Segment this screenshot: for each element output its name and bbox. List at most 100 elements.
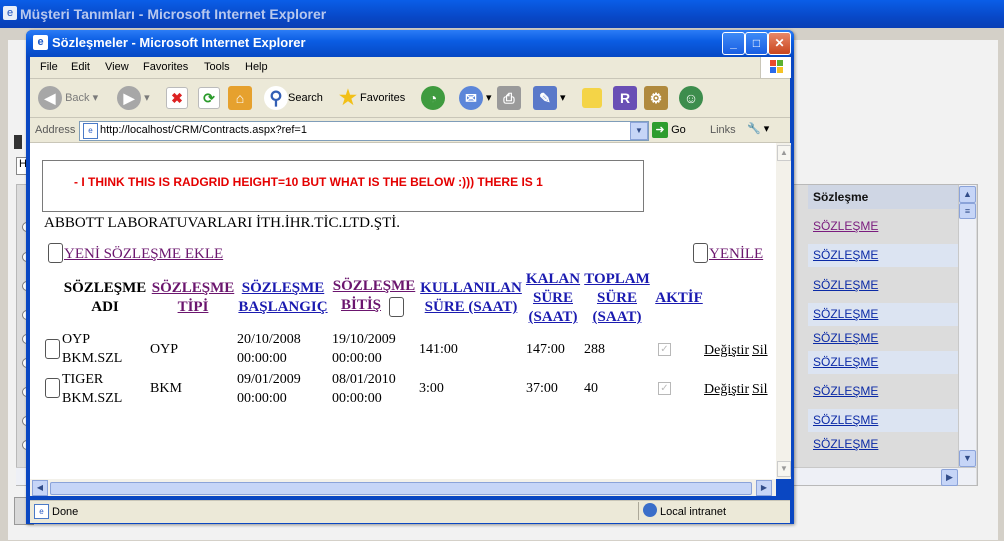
menu-edit[interactable]: Edit [71,61,90,73]
contract-link[interactable]: SÖZLEŞME [813,413,878,427]
delete-link[interactable]: Sil [752,380,768,399]
star-icon: ★ [339,87,357,110]
maximize-button[interactable]: □ [745,32,768,55]
scroll-thumb[interactable]: ≡ [959,203,976,219]
tools-icon: ⚙ [644,86,668,111]
horizontal-scroll-thumb[interactable] [50,482,752,495]
cell-remaining-hours: 147:00 [526,342,565,357]
grid-row[interactable]: SÖZLEŞME [808,274,961,297]
address-url[interactable]: http://localhost/CRM/Contracts.aspx?ref=… [100,124,307,136]
scroll-left-icon[interactable]: ◀ [32,480,48,496]
page-vertical-scrollbar[interactable]: ▲ ▼ [776,143,791,479]
header-remaining-hours[interactable]: KALAN SÜRE (SAAT) [524,270,582,327]
cell-end-date: 19/10/2009 00:00:00 [332,332,396,366]
cell-contract-name: TIGER BKM.SZL [62,372,123,406]
menu-file[interactable]: File [40,61,58,73]
windows-logo-icon [760,57,791,78]
popup-title: Sözleşmeler - Microsoft Internet Explore… [52,35,306,50]
contract-link[interactable]: SÖZLEŞME [813,219,878,233]
cell-start-date: 20/10/2008 00:00:00 [237,332,301,366]
header-total-hours[interactable]: TOPLAM SÜRE (SAAT) [583,270,651,327]
back-button[interactable]: ◀ Back ▾ [38,85,98,111]
scroll-right-icon[interactable]: ▶ [756,480,772,496]
menu-favorites[interactable]: Favorites [143,61,188,73]
header-used-hours[interactable]: KULLANILAN SÜRE (SAAT) [418,279,524,317]
row-select-checkbox[interactable] [45,339,60,359]
row-select-checkbox[interactable] [45,378,60,398]
go-button[interactable]: ➜ Go [652,121,686,139]
header-contract-start[interactable]: SÖZLEŞME BAŞLANGIÇ [236,279,330,317]
grid-row[interactable]: SÖZLEŞME [808,351,961,374]
grid-row[interactable]: SÖZLEŞME [808,380,961,403]
header-contract-end[interactable]: SÖZLEŞME BİTİŞ [331,277,417,315]
messenger-icon: ☺ [679,86,703,111]
grid-row[interactable]: SÖZLEŞME [808,433,961,456]
scroll-up-icon[interactable]: ▲ [959,186,976,203]
add-contract-link[interactable]: YENİ SÖZLEŞME EKLE [64,246,223,263]
contract-link[interactable]: SÖZLEŞME [813,278,878,292]
header-filter-checkbox[interactable] [389,297,404,317]
grid-row[interactable]: SÖZLEŞME [808,327,961,350]
cell-total-hours: 288 [584,342,605,357]
links-button[interactable]: Links [710,124,736,136]
delete-link[interactable]: Sil [752,341,768,360]
forward-button[interactable]: ▶ ▾ [117,85,150,111]
print-button[interactable]: ⎙ [497,85,521,111]
grid-row[interactable]: SÖZLEŞME [808,303,961,326]
search-button[interactable]: ⚲ Search [264,85,323,111]
history-icon: ◔ [421,86,445,111]
edit-link[interactable]: Değiştir [704,341,749,360]
background-window-title: Müşteri Tanımları - Microsoft Internet E… [20,6,327,22]
cell-used-hours: 3:00 [419,381,444,396]
address-dropdown-icon[interactable]: ▼ [630,122,648,140]
cell-used-hours: 141:00 [419,342,458,357]
menu-tools[interactable]: Tools [204,61,230,73]
grid-row[interactable]: SÖZLEŞME [808,244,961,267]
edit-button[interactable]: ✎ ▾ [533,85,566,111]
security-zone: Local intranet [660,506,727,518]
scroll-down-icon[interactable]: ▼ [959,450,976,467]
scroll-down-icon[interactable]: ▼ [777,461,791,477]
grid-row[interactable]: SÖZLEŞME [808,409,961,432]
search-icon: ⚲ [264,86,288,111]
status-text: Done [52,506,79,518]
edit-link[interactable]: Değiştir [704,380,749,399]
close-button[interactable]: ✕ [768,32,791,55]
header-contract-type[interactable]: SÖZLEŞME TİPİ [150,279,236,317]
contract-link[interactable]: SÖZLEŞME [813,248,878,262]
home-button[interactable]: ⌂ [228,85,252,111]
messenger-button[interactable]: ☺ [679,85,703,111]
tools-button[interactable]: ⚙ [644,85,668,111]
contract-link[interactable]: SÖZLEŞME [813,437,878,451]
favorites-button[interactable]: ★ Favorites [336,85,405,111]
home-icon: ⌂ [228,86,252,111]
active-checkbox: ✓ [658,343,671,356]
contract-link[interactable]: SÖZLEŞME [813,384,878,398]
header-active[interactable]: AKTİF [651,289,707,308]
mail-button[interactable]: ✉ ▾ [459,85,492,111]
grid-column-header[interactable]: Sözleşme [808,185,961,209]
add-checkbox[interactable] [48,243,63,263]
scroll-right-icon[interactable]: ▶ [941,469,958,486]
refresh-checkbox[interactable] [693,243,708,263]
contract-link[interactable]: SÖZLEŞME [813,307,878,321]
status-divider [638,502,639,520]
stop-button[interactable]: ✖ [166,85,188,111]
contract-link[interactable]: SÖZLEŞME [813,355,878,369]
grid-vertical-scrollbar[interactable]: ▲ ≡ ▼ [958,185,976,467]
refresh-link[interactable]: YENİLE [709,246,763,263]
contract-link[interactable]: SÖZLEŞME [813,331,878,345]
extra-toolbar-icon[interactable]: 🔧 ▾ [747,122,769,135]
menu-view[interactable]: View [105,61,129,73]
minimize-button[interactable]: _ [722,32,745,55]
grid-row[interactable]: SÖZLEŞME [808,215,961,238]
refresh-button[interactable]: ⟳ [198,85,220,111]
research-button[interactable]: R [613,85,637,111]
ie-page-icon: e [33,35,48,50]
history-button[interactable]: ◔ [421,85,445,111]
scroll-up-icon[interactable]: ▲ [777,145,791,161]
menu-help[interactable]: Help [245,61,268,73]
discuss-button[interactable] [582,85,602,111]
cell-start-date: 09/01/2009 00:00:00 [237,372,301,406]
cell-total-hours: 40 [584,381,598,396]
